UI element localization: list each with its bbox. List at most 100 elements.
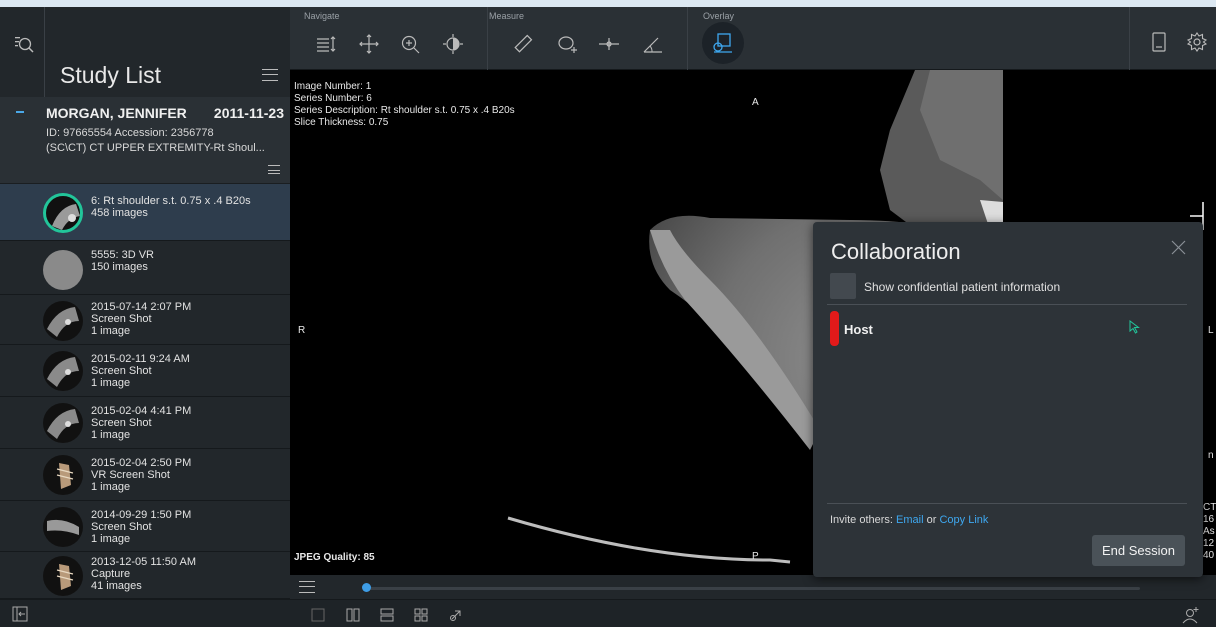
slice-slider-handle[interactable] [362,583,371,592]
right-edge-text: 12 [1203,538,1215,549]
ruler-icon[interactable] [512,33,534,55]
angle-icon[interactable] [642,33,664,55]
collaboration-overlay-button[interactable] [702,22,744,64]
series-line2: VR Screen Shot [91,469,170,481]
study-list-title: Study List [60,62,161,88]
right-edge-text: CT [1203,502,1216,513]
image-number: Image Number: 1 [294,81,372,92]
series-item[interactable]: 2014-09-29 1:50 PM Screen Shot 1 image [0,501,290,552]
series-description: Series Description: Rt shoulder s.t. 0.7… [294,105,515,116]
toolbar-divider [1129,7,1130,70]
layout-2x2-icon[interactable] [414,608,428,622]
series-line2: Screen Shot [91,521,152,533]
series-item[interactable]: 6: Rt shoulder s.t. 0.75 x .4 B20s 458 i… [0,184,290,241]
jpeg-quality: JPEG Quality: 85 [294,552,375,563]
invite-prefix: Invite others: [830,514,893,526]
series-line2: 458 images [91,207,148,219]
collapse-panel-icon[interactable] [12,606,28,622]
zoom-icon[interactable] [399,33,421,55]
study-list-panel: Study List MORGAN, JENNIFER 2011-11-23 I… [0,7,290,627]
patient-header[interactable]: MORGAN, JENNIFER 2011-11-23 ID: 97665554… [0,97,290,184]
layout-1x1-icon[interactable] [311,608,325,622]
window-level-icon[interactable] [442,33,464,55]
orientation-bottom: P [752,551,759,562]
invite-row: Invite others: Email or Copy Link [830,514,988,526]
collapse-icon[interactable] [16,111,24,113]
study-list-menu-icon[interactable] [262,69,278,81]
collaborate-icon [713,33,732,53]
navigate-group-label: Navigate [304,11,340,21]
series-line3: 41 images [91,580,142,592]
main-toolbar: Navigate Measure Overlay [290,7,1216,70]
measure-group-label: Measure [489,11,525,21]
series-line1: 2014-09-29 1:50 PM [91,509,192,521]
series-line1: 2015-02-04 4:41 PM [91,405,192,417]
scroll-stack-icon[interactable] [315,33,337,55]
probe-icon[interactable] [598,33,620,55]
pan-icon[interactable] [358,33,380,55]
slice-thickness: Slice Thickness: 0.75 [294,117,389,128]
orientation-right: L [1208,325,1214,336]
layout-1x2-icon[interactable] [346,608,360,622]
patient-menu-icon[interactable] [268,165,280,174]
series-line1: 2013-12-05 11:50 AM [91,556,196,568]
divider [827,503,1187,504]
study-list-header: Study List [0,7,290,97]
series-thumbnail [43,250,83,290]
series-item[interactable]: 2015-02-04 2:50 PM VR Screen Shot 1 imag… [0,449,290,501]
series-item[interactable]: 2015-02-04 4:41 PM Screen Shot 1 image [0,397,290,449]
series-line2: 150 images [91,261,148,273]
copy-link[interactable]: Copy Link [939,514,988,526]
patient-name: MORGAN, JENNIFER [46,105,187,121]
series-thumbnail [43,301,83,341]
report-icon[interactable] [1148,31,1170,53]
end-session-button[interactable]: End Session [1092,535,1185,566]
series-thumbnail [43,351,83,391]
right-edge-text: 40 [1203,550,1215,561]
dialog-title: Collaboration [831,239,961,264]
series-item[interactable]: 2015-02-11 9:24 AM Screen Shot 1 image [0,345,290,397]
right-edge-text: As [1203,526,1215,537]
series-line2: Screen Shot [91,365,152,377]
email-invite-link[interactable]: Email [896,514,924,526]
ellipse-roi-icon[interactable] [556,33,578,55]
series-item[interactable]: 5555: 3D VR 150 images [0,241,290,295]
host-color-indicator [830,311,839,346]
series-line1: 5555: 3D VR [91,249,154,261]
divider [827,304,1187,305]
series-line2: Screen Shot [91,417,152,429]
slice-slider-track[interactable] [366,587,1140,590]
link-icon[interactable] [449,608,463,622]
host-cursor-icon [1129,320,1140,334]
series-line2: Capture [91,568,131,580]
add-user-icon[interactable] [1182,606,1200,624]
confidential-info-checkbox[interactable] [830,273,856,299]
series-thumbnail [43,193,83,233]
viewport-menu-icon[interactable] [299,581,315,593]
layout-bar [290,599,1216,627]
series-item[interactable]: 2015-07-14 2:07 PM Screen Shot 1 image [0,295,290,345]
series-line1: 2015-02-04 2:50 PM [91,457,192,469]
slice-scrubber-bar [290,575,1216,599]
series-line3: 1 image [91,481,131,493]
layout-2x1-icon[interactable] [380,608,394,622]
series-thumbnail [43,403,83,443]
series-thumbnail [43,455,83,495]
series-line3: 1 image [91,325,131,337]
gear-icon[interactable] [1186,31,1208,53]
collaboration-dialog: Collaboration Show confidential patient … [813,222,1203,577]
close-icon[interactable] [1171,240,1186,255]
search-studies-icon[interactable] [14,35,34,55]
toolbar-divider [687,7,688,70]
left-rail [0,7,45,97]
patient-ids: ID: 97665554 Accession: 2356778 [46,127,214,139]
series-line1: 2015-02-11 9:24 AM [91,353,190,365]
right-edge-text: 16 [1203,514,1215,525]
series-line1: 6: Rt shoulder s.t. 0.75 x .4 B20s [91,195,251,207]
app-window: Study List MORGAN, JENNIFER 2011-11-23 I… [0,7,1216,627]
series-thumbnail [43,556,83,596]
host-participant: Host [844,322,873,337]
series-item[interactable]: 2013-12-05 11:50 AM Capture 41 images [0,552,290,599]
series-number: Series Number: 6 [294,93,372,104]
study-date: 2011-11-23 [213,105,284,121]
